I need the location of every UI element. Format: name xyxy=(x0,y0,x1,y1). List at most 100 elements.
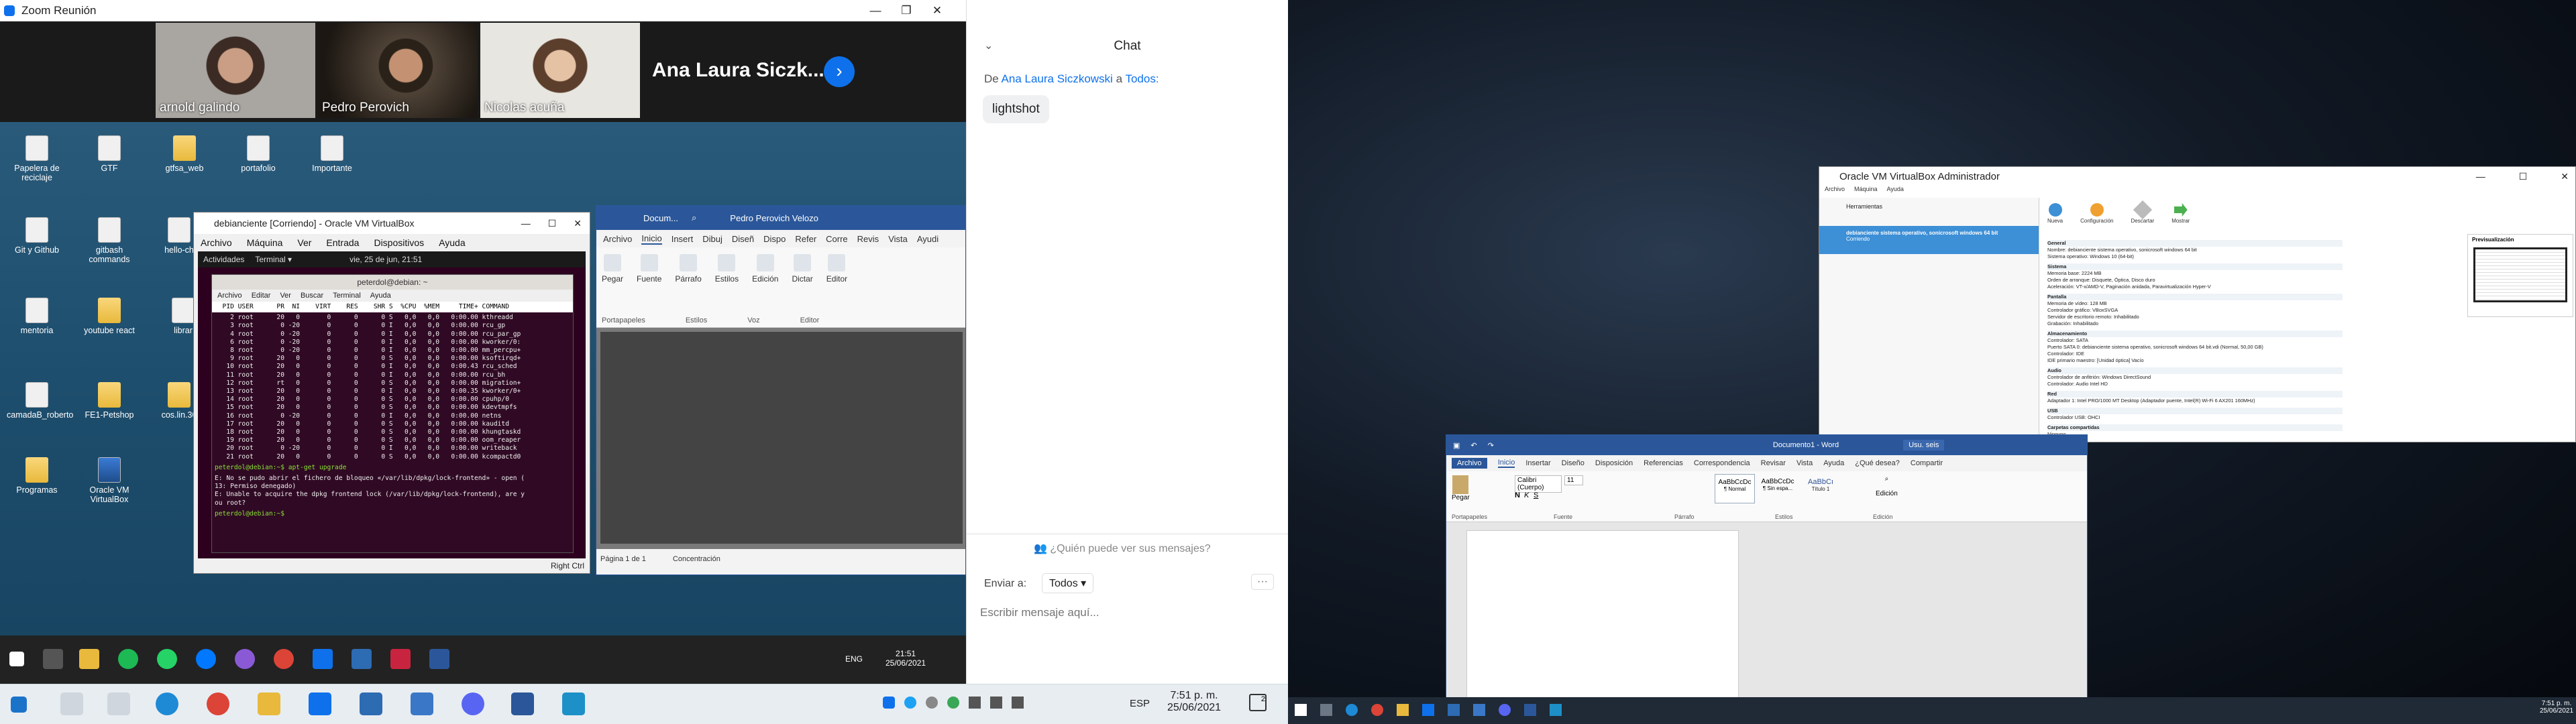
chrome-icon[interactable] xyxy=(207,692,229,715)
desktop-icon[interactable]: Papelera de reciclaje xyxy=(7,135,67,182)
details-section-header[interactable]: Audio xyxy=(2047,367,2343,374)
virtualbox-icon[interactable] xyxy=(360,692,382,715)
notification-center-button[interactable]: 2 xyxy=(1249,694,1267,711)
vbox-vm-icon[interactable] xyxy=(1473,704,1485,716)
visibility-note[interactable]: 👥 ¿Quién puede ver sus mensajes? xyxy=(1034,542,1211,555)
recipient-dropdown[interactable]: Todos ▾ xyxy=(1042,573,1094,593)
menu-archivo[interactable]: Archivo xyxy=(1825,186,1845,198)
zoom-icon[interactable] xyxy=(309,692,331,715)
word-tab[interactable]: Revisar xyxy=(1761,459,1786,467)
style-heading1[interactable]: AaBbCı Título 1 xyxy=(1801,474,1841,503)
bold-button[interactable]: N xyxy=(1515,491,1520,499)
word-tab[interactable]: Revis xyxy=(857,234,879,244)
volume-icon[interactable] xyxy=(1012,697,1024,709)
zoom-tray-icon[interactable] xyxy=(883,697,895,709)
participant-tile[interactable]: Nicolas acuña xyxy=(480,23,640,118)
user-account[interactable]: Usu. seis xyxy=(1903,440,1945,450)
term-menu-ayuda[interactable]: Ayuda xyxy=(370,292,391,300)
virtualbox-icon[interactable] xyxy=(352,649,372,669)
term-menu-archivo[interactable]: Archivo xyxy=(217,292,242,300)
clock[interactable]: 7:51 p. m. 25/06/2021 xyxy=(1167,690,1221,714)
details-section-header[interactable]: Almacenamiento xyxy=(2047,330,2343,337)
edge-icon[interactable] xyxy=(156,692,178,715)
term-menu-editar[interactable]: Editar xyxy=(252,292,271,300)
desktop-icon[interactable]: GTF xyxy=(79,135,140,173)
style-no-spacing[interactable]: AaBbCcDc ¶ Sin espa... xyxy=(1758,474,1798,503)
term-menu-terminal[interactable]: Terminal xyxy=(333,292,361,300)
wifi-icon[interactable] xyxy=(990,697,1002,709)
discord-icon[interactable] xyxy=(1499,704,1511,716)
document-page[interactable] xyxy=(1466,530,1739,724)
battery-icon[interactable] xyxy=(969,697,981,709)
minimize-button[interactable]: — xyxy=(2476,171,2485,182)
details-section-header[interactable]: Pantalla xyxy=(2047,294,2343,300)
search-icon[interactable] xyxy=(1320,704,1332,716)
tray-icon[interactable] xyxy=(926,697,938,709)
word-tab[interactable]: Diseñ xyxy=(732,234,754,244)
language-indicator[interactable]: ESP xyxy=(1130,698,1150,709)
focus-mode[interactable]: Concentración xyxy=(673,555,720,563)
term-menu-buscar[interactable]: Buscar xyxy=(301,292,323,300)
terminal-window[interactable]: peterdol@debian: ~ Archivo Editar Ver Bu… xyxy=(211,274,574,553)
next-page-button[interactable]: › xyxy=(824,56,855,87)
undo-icon[interactable]: ↶ xyxy=(1470,441,1477,450)
italic-button[interactable]: K xyxy=(1524,491,1529,499)
desktop-icon[interactable]: mentoria xyxy=(7,298,67,335)
word-tab[interactable]: Inicio xyxy=(1497,459,1515,468)
ribbon-button[interactable]: Estilos xyxy=(715,254,739,284)
word-tab[interactable]: Diseño xyxy=(1562,459,1585,467)
close-button[interactable]: ✕ xyxy=(922,0,953,21)
vbox-vm-icon[interactable] xyxy=(411,692,433,715)
menu-entrada[interactable]: Entrada xyxy=(326,237,359,248)
photos-icon[interactable] xyxy=(562,692,585,715)
ribbon-button[interactable]: Párrafo xyxy=(675,254,702,284)
photos-icon[interactable] xyxy=(1550,704,1562,716)
windows-start-icon[interactable] xyxy=(1295,704,1307,716)
minimize-button[interactable]: — xyxy=(860,0,891,21)
word-tab[interactable]: Vista xyxy=(888,234,908,244)
word-tab[interactable]: Corre xyxy=(826,234,848,244)
vm-list-item[interactable]: debianciente sistema operativo, sonicros… xyxy=(1819,226,2039,254)
file-explorer-icon[interactable] xyxy=(79,649,99,669)
word-tab[interactable]: Ayudi xyxy=(917,234,938,244)
bluetooth-icon[interactable] xyxy=(904,697,916,709)
word-tab[interactable]: Inicio xyxy=(641,233,662,245)
spotify-icon[interactable] xyxy=(118,649,138,669)
clock[interactable]: vie, 25 de jun, 21:51 xyxy=(350,255,422,264)
desktop-icon[interactable]: camadaB_roberto xyxy=(7,382,73,420)
chrome-icon[interactable] xyxy=(274,649,294,669)
edge-icon[interactable] xyxy=(1346,704,1358,716)
word-tab[interactable]: Referencias xyxy=(1644,459,1683,467)
word-tab[interactable]: Archivo xyxy=(603,234,632,244)
discord-icon[interactable] xyxy=(462,692,484,715)
menu-maquina[interactable]: Máquina xyxy=(1854,186,1878,198)
virtualbox-icon[interactable] xyxy=(1448,704,1460,716)
desktop-icon[interactable]: Oracle VM VirtualBox xyxy=(79,457,140,504)
zoom-icon[interactable] xyxy=(1422,704,1434,716)
chat-input[interactable] xyxy=(980,601,1275,625)
clock[interactable]: 7:51 p. m. 25/06/2021 xyxy=(2540,700,2573,715)
font-name-select[interactable]: Calibri (Cuerpo) xyxy=(1515,475,1562,493)
chat-message[interactable]: lightshot xyxy=(983,95,1049,123)
desktop-icon[interactable]: FE1-Petshop xyxy=(79,382,140,420)
desktop-icon[interactable]: Importante xyxy=(302,135,362,173)
maximize-button[interactable]: ☐ xyxy=(548,218,557,229)
desktop-icon[interactable]: portafolio xyxy=(228,135,288,173)
menu-ayuda[interactable]: Ayuda xyxy=(439,237,465,248)
underline-button[interactable]: S xyxy=(1534,491,1538,499)
more-options-button[interactable]: ··· xyxy=(1251,574,1274,590)
word-tab[interactable]: Dispo xyxy=(763,234,786,244)
word-tab[interactable]: Refer xyxy=(795,234,816,244)
settings-button[interactable]: Configuración xyxy=(2080,203,2114,224)
menu-maquina[interactable]: Máquina xyxy=(247,237,283,248)
details-section-header[interactable]: Carpetas compartidas xyxy=(2047,424,2343,431)
menu-archivo[interactable]: Archivo xyxy=(201,237,232,248)
save-icon[interactable]: ▣ xyxy=(1453,441,1460,450)
file-explorer-icon[interactable] xyxy=(258,692,280,715)
paste-button[interactable]: Pegar xyxy=(1452,475,1470,501)
search-icon[interactable] xyxy=(60,692,83,715)
task-view-icon[interactable] xyxy=(107,692,130,715)
ribbon-button[interactable]: Editor xyxy=(826,254,847,284)
desktop-icon[interactable]: gitbash commands xyxy=(79,217,140,264)
menu-dispositivos[interactable]: Dispositivos xyxy=(374,237,424,248)
